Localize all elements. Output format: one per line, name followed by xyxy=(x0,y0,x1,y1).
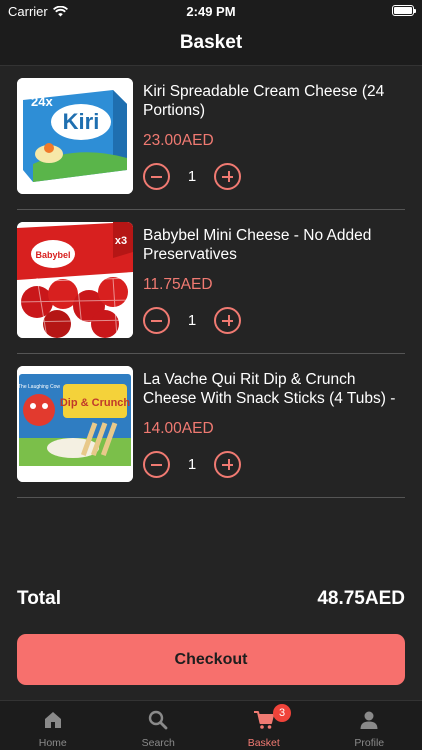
basket-item: 24x Kiri Kiri Spreadable Cream Cheese (2… xyxy=(17,66,405,210)
image-brand-text: Dip & Crunch xyxy=(60,397,131,409)
search-icon xyxy=(149,710,168,730)
tab-basket[interactable]: 3 Basket xyxy=(211,701,317,750)
basket-item: x3 Babybel Babybel Mini Cheese - No Adde… xyxy=(17,210,405,354)
decrease-quantity-button[interactable] xyxy=(143,450,170,478)
quantity-stepper: 1 xyxy=(143,162,241,190)
nav-bar: Basket xyxy=(0,22,422,66)
image-badge-text: 24x xyxy=(31,94,53,109)
product-image: 24x Kiri xyxy=(17,78,133,194)
total-label: Total xyxy=(17,588,61,609)
quantity-value: 1 xyxy=(187,167,197,185)
product-image: The Laughing Cow Dip & Crunch xyxy=(17,366,133,482)
tab-profile[interactable]: Profile xyxy=(317,701,422,750)
item-price: 11.75AED xyxy=(143,276,213,293)
basket-item: The Laughing Cow Dip & Crunch La Vache Q… xyxy=(17,354,405,498)
image-brand-label: The Laughing Cow xyxy=(18,384,60,390)
quantity-stepper: 1 xyxy=(143,306,241,334)
decrease-quantity-button[interactable] xyxy=(143,306,170,334)
item-name: Babybel Mini Cheese - No Added Preservat… xyxy=(143,227,372,263)
profile-icon xyxy=(360,711,378,729)
increase-quantity-button[interactable] xyxy=(214,306,241,334)
cart-count-badge: 3 xyxy=(273,704,291,722)
page-title: Basket xyxy=(179,32,243,53)
battery-icon xyxy=(392,5,416,16)
decrease-quantity-button[interactable] xyxy=(143,162,170,190)
tab-label: Home xyxy=(38,737,67,749)
home-icon xyxy=(44,712,61,728)
status-time: 2:49 PM xyxy=(186,4,236,19)
item-price: 14.00AED xyxy=(143,420,214,437)
checkout-button[interactable]: Checkout xyxy=(17,634,405,685)
quantity-stepper: 1 xyxy=(143,450,241,478)
tab-home[interactable]: Home xyxy=(0,701,106,750)
basket-list: 24x Kiri Kiri Spreadable Cream Cheese (2… xyxy=(0,66,422,498)
image-badge-text: x3 xyxy=(115,235,127,247)
quantity-value: 1 xyxy=(187,311,197,329)
tab-label: Search xyxy=(141,737,175,749)
image-brand-text: Kiri xyxy=(63,109,100,134)
tab-label: Profile xyxy=(354,737,385,749)
tab-search[interactable]: Search xyxy=(106,701,212,750)
item-name: Kiri Spreadable Cream Cheese (24 Portion… xyxy=(143,83,385,119)
image-brand-text: Babybel xyxy=(35,250,70,260)
tab-label: Basket xyxy=(247,737,280,749)
item-price: 23.00AED xyxy=(143,132,214,149)
increase-quantity-button[interactable] xyxy=(214,450,241,478)
product-image: x3 Babybel xyxy=(17,222,133,338)
tab-bar: Home Search 3 Basket Profile xyxy=(0,700,422,750)
total-row: Total 48.75AED xyxy=(17,588,405,612)
quantity-value: 1 xyxy=(187,455,197,473)
cart-icon xyxy=(253,711,274,729)
item-name: La Vache Qui Rit Dip & Crunch Cheese Wit… xyxy=(143,371,396,407)
status-bar: Carrier 2:49 PM xyxy=(0,0,422,22)
total-value: 48.75AED xyxy=(317,588,405,609)
increase-quantity-button[interactable] xyxy=(214,162,241,190)
